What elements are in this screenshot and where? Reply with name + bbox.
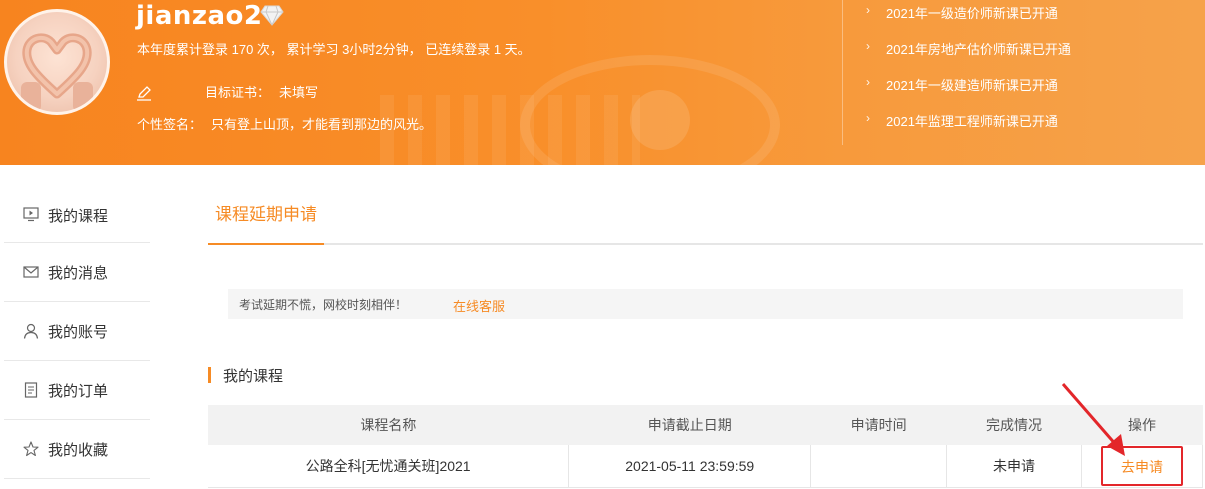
document-icon <box>22 381 40 399</box>
sidebar-item-my-courses[interactable]: 我的课程 <box>4 185 150 243</box>
sidebar-nav: 我的课程 我的消息 我的账号 我的订单 我的收藏 <box>4 185 150 479</box>
heart-hands-icon <box>21 33 93 112</box>
section-title-marker <box>208 367 211 383</box>
chevron-right-icon: › <box>866 39 870 53</box>
column-header: 课程名称 <box>208 405 569 445</box>
table-row: 公路全科[无忧通关班]2021 2021-05-11 23:59:59 未申请 … <box>208 445 1203 488</box>
online-service-link[interactable]: 在线客服 <box>453 296 505 315</box>
target-cert-value: 未填写 <box>279 85 319 100</box>
play-screen-icon <box>22 205 40 223</box>
user-icon <box>22 322 40 340</box>
sidebar-item-label: 我的消息 <box>48 264 109 282</box>
action-cell: 去申请 <box>1081 445 1203 488</box>
vip-diamond-icon <box>260 5 284 26</box>
deadline-cell: 2021-05-11 23:59:59 <box>568 445 812 488</box>
notice-text: 2021年一级建造师新课已开通 <box>886 78 1058 93</box>
apply-time-cell <box>810 445 948 488</box>
notice-text: 2021年一级造价师新课已开通 <box>886 6 1058 21</box>
tab-course-extension[interactable]: 课程延期申请 <box>208 197 324 245</box>
sidebar-item-label: 我的订单 <box>48 382 109 400</box>
sidebar-item-label: 我的收藏 <box>48 441 109 459</box>
envelope-icon <box>22 263 40 281</box>
apply-button[interactable]: 去申请 <box>1101 445 1183 486</box>
status-cell: 未申请 <box>946 445 1082 488</box>
edit-pencil-icon[interactable] <box>136 85 152 101</box>
sidebar-item-label: 我的课程 <box>48 208 109 225</box>
sidebar-item-my-favorites[interactable]: 我的收藏 <box>4 420 150 479</box>
sidebar-item-label: 我的账号 <box>48 323 109 341</box>
signature-label: 个性签名： <box>137 117 203 132</box>
tip-text: 考试延期不慌，网校时刻相伴！ <box>239 298 408 312</box>
column-header: 操作 <box>1081 405 1203 445</box>
notice-list: › 2021年一级造价师新课已开通 › 2021年房地产估价师新课已开通 › 2… <box>866 3 1071 147</box>
column-header: 申请时间 <box>810 405 947 445</box>
username: jianzao2 <box>136 1 263 31</box>
notice-item[interactable]: › 2021年一级建造师新课已开通 <box>866 75 1071 111</box>
column-header: 申请截止日期 <box>568 405 811 445</box>
sidebar-item-my-messages[interactable]: 我的消息 <box>4 243 150 302</box>
target-cert-label: 目标证书： <box>205 85 271 100</box>
banner-divider <box>842 0 843 145</box>
notice-item[interactable]: › 2021年一级造价师新课已开通 <box>866 3 1071 39</box>
notice-text: 2021年房地产估价师新课已开通 <box>886 42 1071 57</box>
column-header: 完成情况 <box>946 405 1082 445</box>
notice-item[interactable]: › 2021年监理工程师新课已开通 <box>866 111 1071 147</box>
star-icon <box>22 440 40 458</box>
notice-text: 2021年监理工程师新课已开通 <box>886 114 1058 129</box>
sidebar-item-my-orders[interactable]: 我的订单 <box>4 361 150 420</box>
avatar[interactable] <box>4 9 110 115</box>
course-table: 课程名称 申请截止日期 申请时间 完成情况 操作 公路全科[无忧通关班]2021… <box>208 405 1203 488</box>
section-title-text: 我的课程 <box>223 367 284 385</box>
notice-item[interactable]: › 2021年房地产估价师新课已开通 <box>866 39 1071 75</box>
login-stats: 本年度累计登录 170 次， 累计学习 3小时2分钟， 已连续登录 1 天。 <box>137 42 531 57</box>
table-header-row: 课程名称 申请截止日期 申请时间 完成情况 操作 <box>208 405 1203 445</box>
sidebar-item-my-account[interactable]: 我的账号 <box>4 302 150 361</box>
course-name-cell: 公路全科[无忧通关班]2021 <box>208 445 570 488</box>
chevron-right-icon: › <box>866 111 870 125</box>
tip-bar: 考试延期不慌，网校时刻相伴！ 在线客服 <box>228 289 1183 319</box>
section-title: 我的课程 <box>208 366 284 385</box>
chevron-right-icon: › <box>866 75 870 89</box>
profile-banner: jianzao2 本年度累计登录 170 次， 累计学习 3小时2分钟， 已连续… <box>0 0 1205 165</box>
signature-value: 只有登上山顶，才能看到那边的风光。 <box>211 117 433 132</box>
tab-bar: 课程延期申请 <box>208 197 1203 245</box>
chevron-right-icon: › <box>866 3 870 17</box>
